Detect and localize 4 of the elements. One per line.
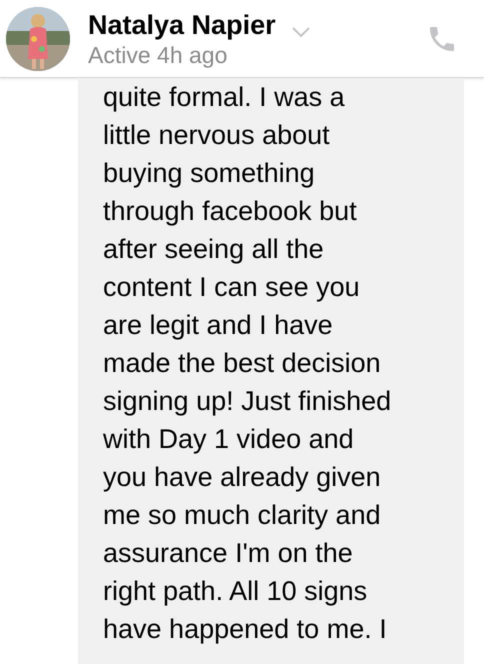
message-text: quite formal. I was a little nervous about buying something through facebook but after seeing all the content I can see you are legit and I have made the best decision signing up! Just finished with Day 1 video and you have already given me so much clarity and assurance I'm on the right path. All 10 signs have happened to me. I bbox=[103, 81, 392, 646]
active-status: Active 4h ago bbox=[88, 40, 228, 68]
chevron-down-icon[interactable] bbox=[292, 26, 310, 38]
contact-name: Natalya Napier bbox=[88, 8, 276, 40]
